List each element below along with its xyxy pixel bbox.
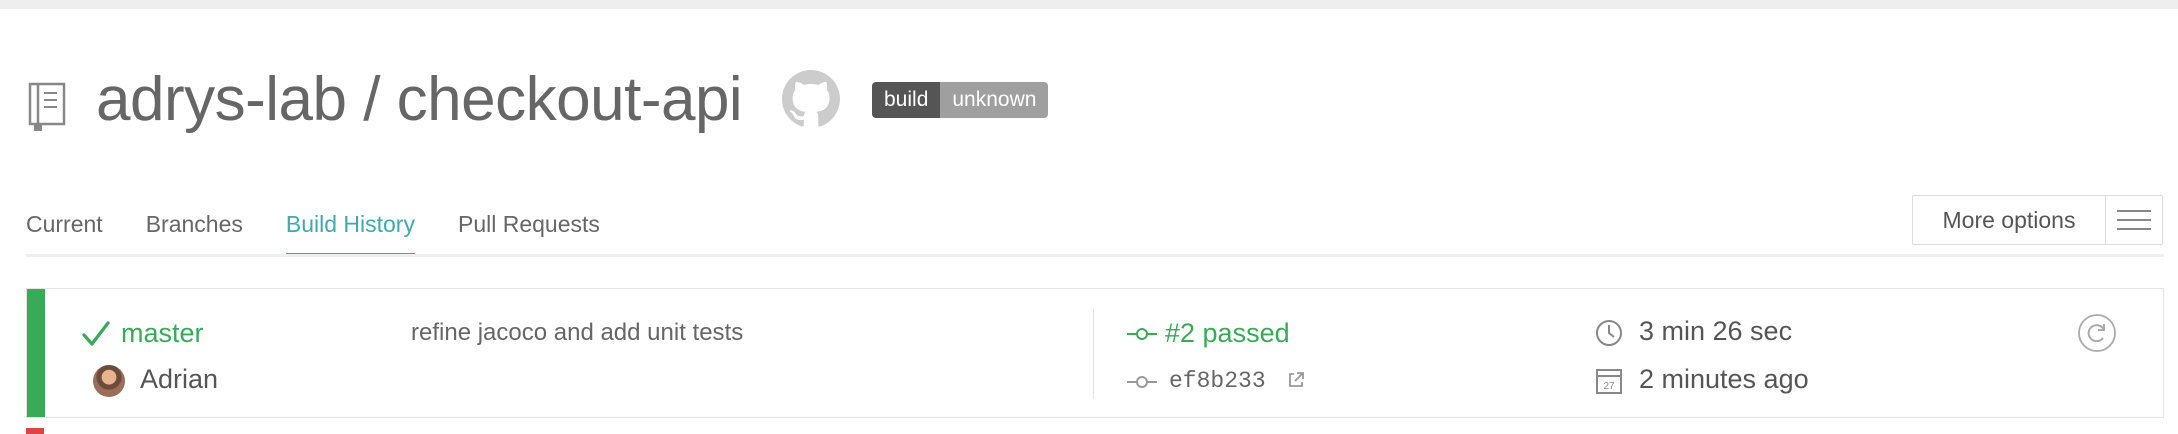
calendar-day: 27 [1603,381,1615,392]
tab-branches[interactable]: Branches [146,200,243,256]
tab-build-history[interactable]: Build History [285,200,415,256]
tabs-divider [26,254,2164,257]
restart-build-icon[interactable] [2077,313,2117,353]
badge-label: build [872,82,941,118]
build-finished-time: 2 minutes ago [1639,364,1809,394]
tab-pull-requests[interactable]: Pull Requests [458,200,600,256]
row-divider [1093,309,1094,399]
external-link-icon[interactable] [1287,371,1305,389]
badge-value: unknown [940,82,1049,118]
hamburger-menu-icon [2117,210,2151,230]
commit-author: Adrian [140,364,219,394]
avatar [93,365,125,397]
build-commit-icon [1127,328,1157,340]
tab-current[interactable]: Current [26,200,103,256]
repo-tabs: Current Branches Build History Pull Requ… [26,200,643,256]
repo-book-icon [28,82,66,131]
top-bar [0,0,2178,9]
more-options-button[interactable]: More options [1912,195,2163,245]
build-status-badge[interactable]: build unknown [872,82,1049,118]
commit-icon [1127,376,1157,388]
calendar-icon: 27 [1596,369,1622,394]
build-duration: 3 min 26 sec [1639,316,1793,346]
github-icon[interactable] [782,70,840,128]
clock-icon [1596,320,1622,346]
check-icon [82,321,110,346]
next-build-state-strip [26,428,44,434]
more-options-menu-toggle[interactable] [2105,196,2162,244]
build-state-strip [27,289,45,417]
more-options-label: More options [1942,207,2076,233]
repo-title: adrys-lab / checkout-api [96,65,743,134]
branch-link[interactable]: master [121,315,204,351]
build-number-status[interactable]: #2 passed [1165,315,1290,351]
build-row[interactable]: master Adrian refine jacoco and add unit… [26,288,2164,418]
commit-sha-link[interactable]: ef8b233 [1169,363,1266,399]
commit-message: refine jacoco and add unit tests [411,319,744,346]
